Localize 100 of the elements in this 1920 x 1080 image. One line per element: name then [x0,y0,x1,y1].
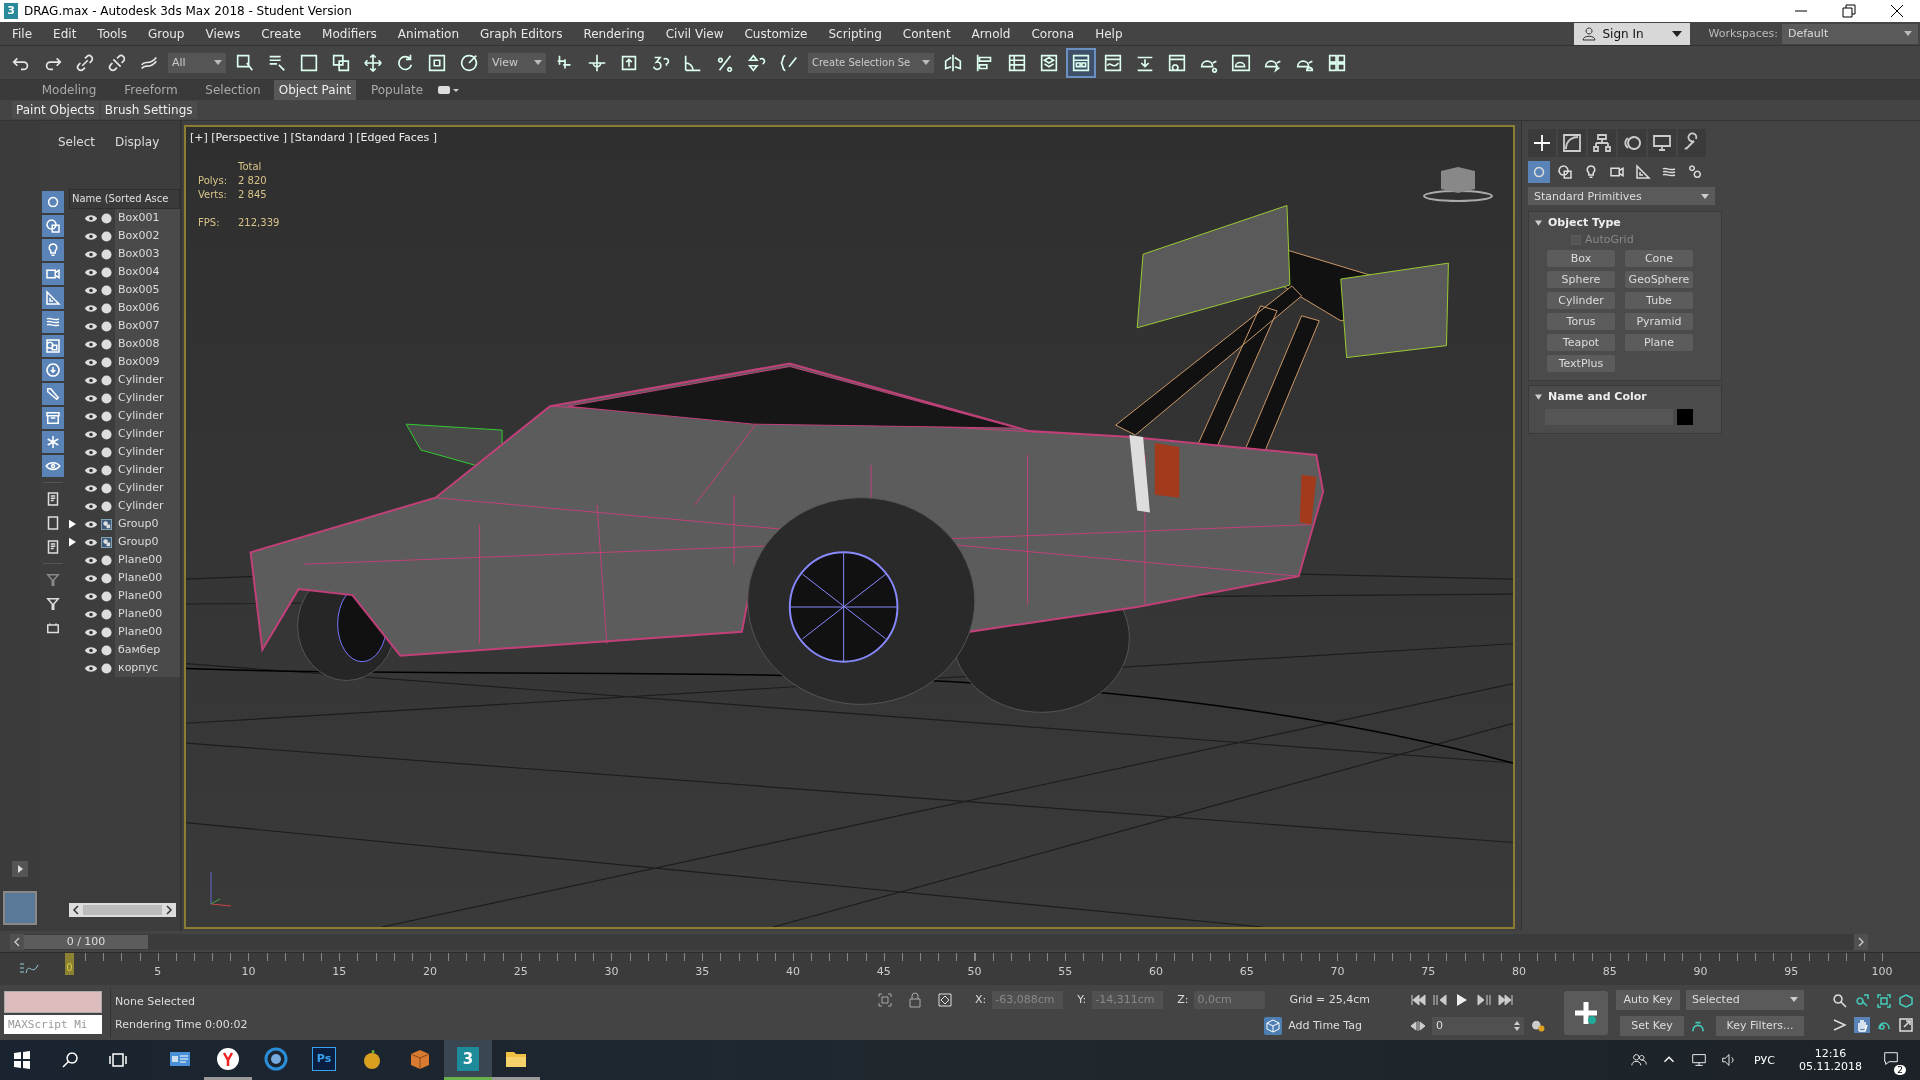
bulb-icon[interactable] [42,239,64,261]
eye-icon[interactable] [84,267,98,277]
eye-icon[interactable] [84,663,98,673]
maxscript-listener-field[interactable] [4,991,102,1013]
object-name[interactable]: Cylinder [115,371,180,389]
ribbon-tab[interactable]: Selection [192,80,274,100]
eye-icon[interactable] [84,393,98,403]
add-time-tag-link[interactable]: Add Time Tag [1288,1019,1362,1032]
object-dot-icon[interactable] [101,608,112,620]
notification-icon[interactable] [1882,1049,1900,1068]
field-of-view-icon[interactable] [1832,1016,1848,1033]
object-name[interactable]: Group0 [115,515,180,533]
primitive-button[interactable]: Cylinder [1547,292,1615,309]
menu-item[interactable]: Graph Editors [468,26,572,41]
primitive-button[interactable]: Torus [1547,313,1615,330]
viewport[interactable]: [+] [Perspective ] [Standard ] [Edged Faces ] Total Polys: 2 820 Verts: 2 845 FPS: 212,339 [184,125,1515,929]
object-dot-icon[interactable] [101,572,112,584]
eye-icon[interactable] [84,357,98,367]
eye-icon[interactable] [84,429,98,439]
horizontal-scrollbar[interactable] [69,903,176,917]
menu-item[interactable]: File [0,26,42,41]
object-dot-icon[interactable] [101,590,112,602]
object-dot-icon[interactable] [101,392,112,404]
menu-item[interactable]: Civil View [653,26,733,41]
wrench-icon[interactable] [1678,129,1706,157]
primitive-button[interactable]: GeoSphere [1625,271,1693,288]
menu-item[interactable]: Scripting [816,26,891,41]
eye-icon[interactable] [84,573,98,583]
group-icon[interactable] [101,518,112,530]
object-dot-icon[interactable] [101,356,112,368]
object-name[interactable]: Box003 [115,245,180,263]
eye-icon[interactable] [84,213,98,223]
eye-icon[interactable] [42,455,64,477]
ribbon-tab[interactable]: Populate [356,80,438,100]
object-dot-icon[interactable] [101,446,112,458]
eye-icon[interactable] [84,375,98,385]
eye-icon[interactable] [84,591,98,601]
object-name[interactable]: Cylinder [115,461,180,479]
time-slider-thumb[interactable]: 0 / 100 [24,934,148,949]
zoom-icon[interactable] [1832,992,1848,1009]
primitive-button[interactable]: Sphere [1547,271,1615,288]
object-name[interactable]: Plane00 [115,623,180,641]
object-dot-icon[interactable] [101,482,112,494]
eye-icon[interactable] [84,465,98,475]
ribbon-options-icon[interactable] [438,85,460,95]
sign-in-button[interactable]: Sign In [1574,22,1691,45]
isolate-icon[interactable] [876,991,893,1008]
ribbon-button[interactable]: Brush Settings [100,101,197,119]
previous-frame-button[interactable] [10,933,24,950]
camera-icon[interactable] [42,263,64,285]
rollout-title[interactable]: Name and Color [1548,390,1647,403]
viewport-label[interactable]: [+] [Perspective ] [Standard ] [Edged Faces ] [190,131,438,144]
menu-item[interactable]: Rendering [571,26,654,41]
next-frame-icon[interactable] [1476,993,1492,1006]
object-name[interactable]: Box009 [115,353,180,371]
plus-icon[interactable] [1528,129,1556,157]
menu-item[interactable]: Create [249,26,311,41]
workspaces-dropdown[interactable]: Default [1782,23,1918,44]
primitive-button[interactable]: Pyramid [1625,313,1693,330]
menu-item[interactable]: Customize [732,26,817,41]
category-dropdown[interactable]: Standard Primitives [1528,187,1715,205]
menu-item[interactable]: Content [890,26,960,41]
spinner-icon[interactable] [1514,1020,1520,1031]
eye-icon[interactable] [84,321,98,331]
primitive-button[interactable]: Teapot [1547,334,1615,351]
menu-item[interactable]: Animation [385,26,469,41]
object-name[interactable]: Cylinder [115,479,180,497]
object-dot-icon[interactable] [101,248,112,260]
eye-icon[interactable] [84,627,98,637]
object-dot-icon[interactable] [101,662,112,674]
object-name[interactable]: Cylinder [115,425,180,443]
object-name[interactable]: Plane00 [115,605,180,623]
current-frame-field[interactable]: 0 [1432,1016,1524,1035]
object-name[interactable]: Box002 [115,227,180,245]
menu-item[interactable]: Group [135,26,194,41]
object-name[interactable]: Box008 [115,335,180,353]
column-header[interactable]: Name (Sorted Asce [69,189,180,209]
network-icon[interactable] [1690,1051,1708,1069]
object-dot-icon[interactable] [101,464,112,476]
eye-icon[interactable] [84,303,98,313]
object-dot-icon[interactable] [101,500,112,512]
group-icon[interactable] [42,335,64,357]
object-name[interactable]: Cylinder [115,497,180,515]
eye-icon[interactable] [84,285,98,295]
curve-icon[interactable] [1558,129,1586,157]
cube-icon[interactable] [1264,1016,1283,1035]
eye-icon[interactable] [84,483,98,493]
eye-icon[interactable] [84,231,98,241]
search-icon[interactable] [60,1050,80,1070]
eye-icon[interactable] [84,645,98,655]
auto-key-button[interactable]: Auto Key [1616,989,1680,1010]
menu-item[interactable]: Views [193,26,250,41]
collapse-arrow-icon[interactable] [1535,219,1542,226]
taskbar-app[interactable]: Ps [300,1040,348,1080]
shapes-icon[interactable] [42,215,64,237]
eye-icon[interactable] [84,555,98,565]
filter-dropdown[interactable]: All [168,52,226,73]
object-dot-icon[interactable] [101,266,112,278]
pan-hand-icon[interactable] [1854,1016,1870,1033]
taskbar-app[interactable]: 3 [444,1040,492,1080]
